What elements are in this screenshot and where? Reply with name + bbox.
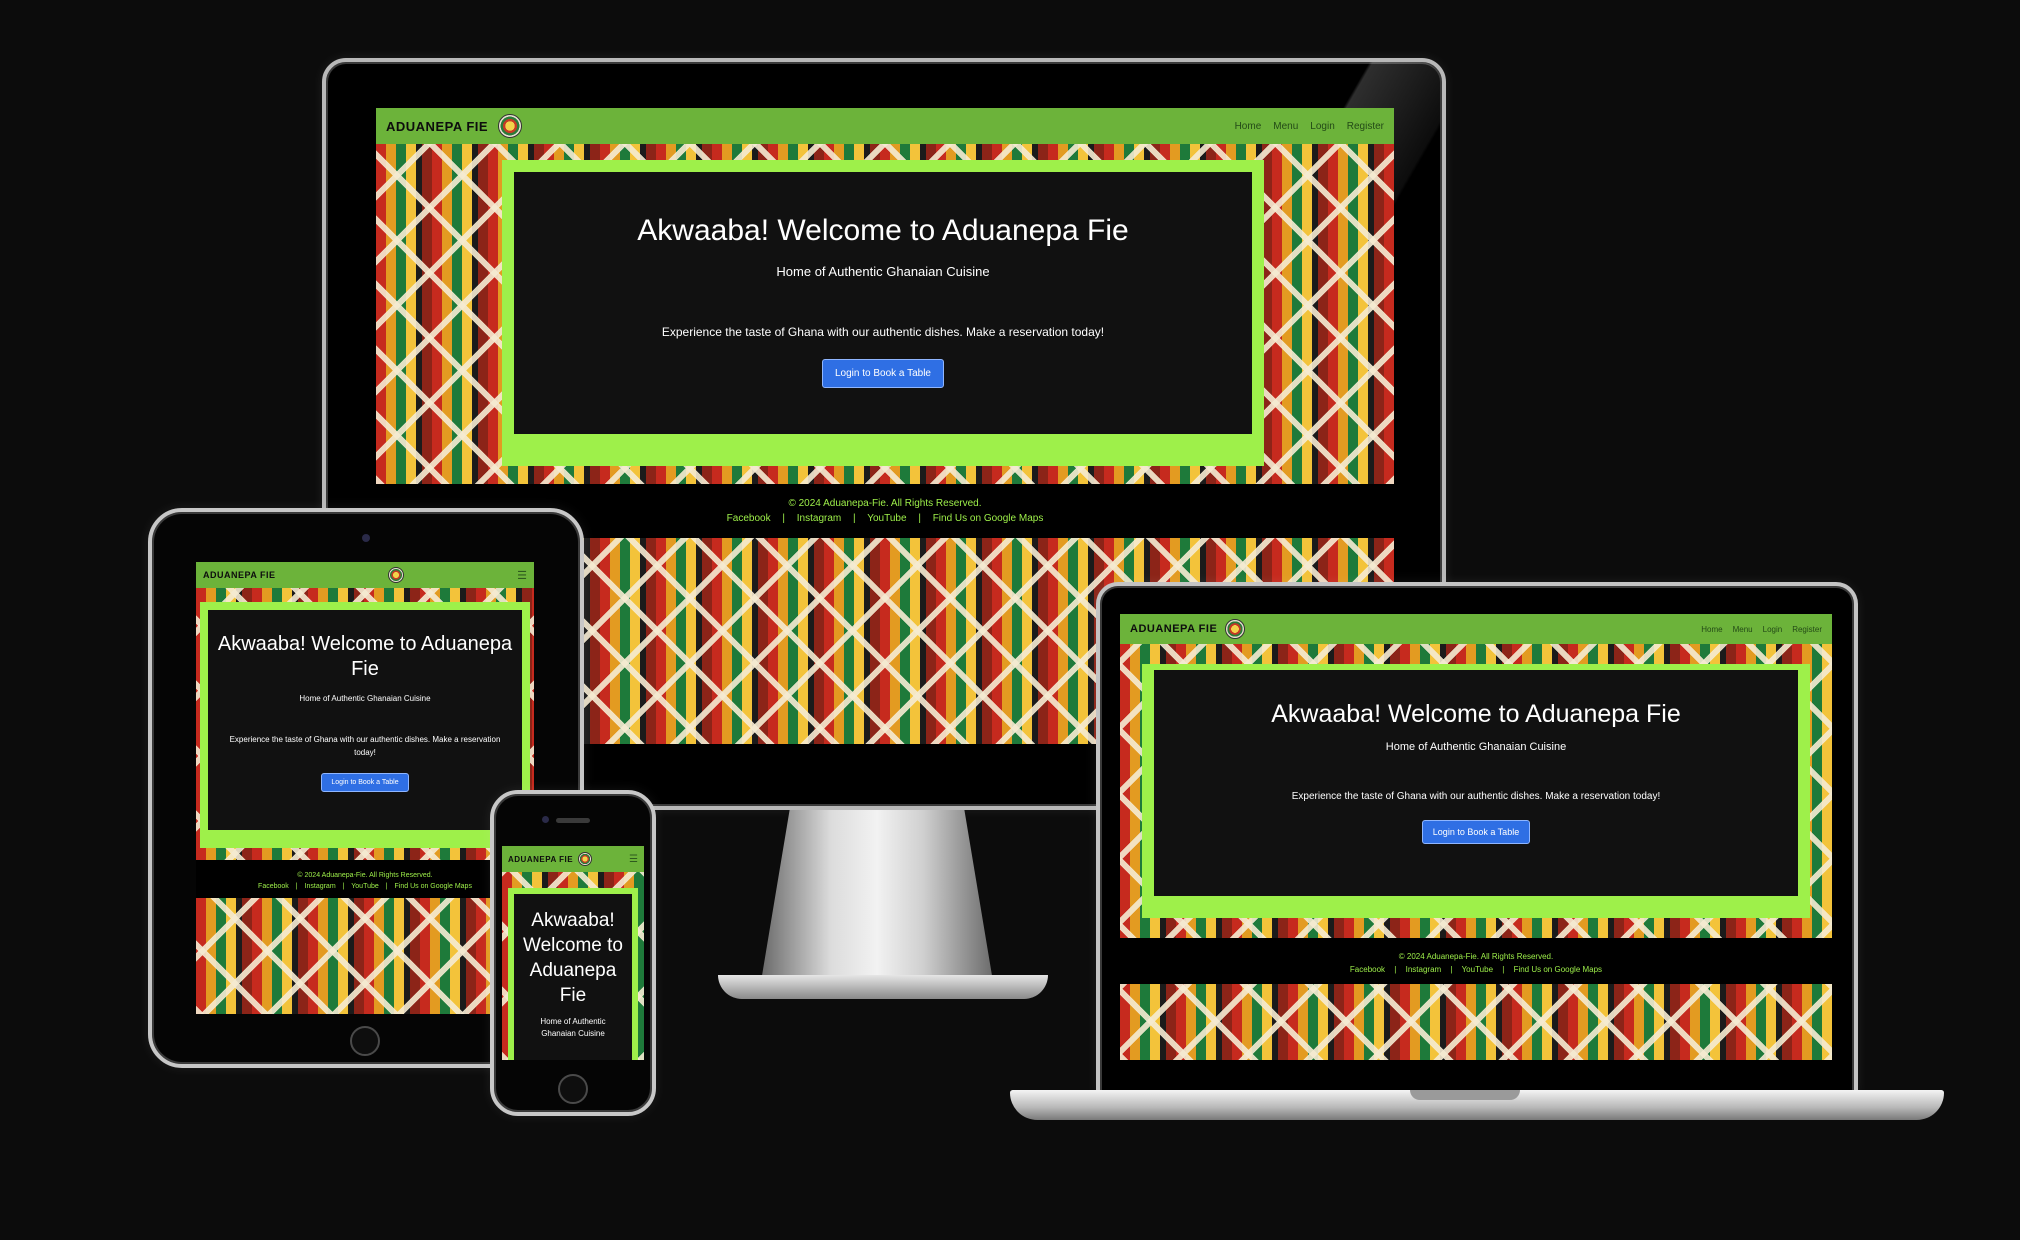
- footer-youtube-link[interactable]: YouTube: [1462, 965, 1493, 974]
- footer-copyright: © 2024 Aduanepa-Fie. All Rights Reserved…: [1398, 952, 1554, 961]
- nav-home-link[interactable]: Home: [1701, 625, 1722, 634]
- footer-facebook-link[interactable]: Facebook: [1350, 965, 1385, 974]
- footer-links: Facebook | Instagram | YouTube | Find Us…: [1120, 963, 1832, 976]
- hero-subtitle-line: Ghanaian Cuisine: [541, 1029, 605, 1038]
- footer-links: Facebook | Instagram | YouTube | Find Us…: [196, 881, 534, 892]
- imac-foot: [718, 975, 1048, 999]
- phone-camera: [542, 816, 549, 823]
- footer-maps-link[interactable]: Find Us on Google Maps: [933, 513, 1044, 524]
- hero-card: Akwaaba! Welcome to Aduanepa Fie Home of…: [1154, 670, 1798, 896]
- brand-name[interactable]: ADUANEPA FIE: [508, 855, 573, 864]
- nav-register-link[interactable]: Register: [1347, 121, 1384, 132]
- site-navbar: ADUANEPA FIE ☰: [196, 562, 534, 588]
- menu-toggle-icon[interactable]: ☰: [517, 569, 527, 582]
- hero-card: Akwaaba! Welcome to Aduanepa Fie Home of…: [514, 894, 632, 1060]
- hero-subtitle: Home of Authentic Ghanaian Cuisine: [514, 1016, 632, 1040]
- hero-subtitle: Home of Authentic Ghanaian Cuisine: [776, 264, 990, 279]
- footer-youtube-link[interactable]: YouTube: [867, 513, 906, 524]
- site-navbar: ADUANEPA FIE ☰: [502, 846, 644, 872]
- hero-title-line: Akwaaba!: [531, 910, 615, 931]
- menu-toggle-icon[interactable]: ☰: [629, 854, 638, 865]
- footer-separator: |: [342, 883, 345, 890]
- brand-name[interactable]: ADUANEPA FIE: [386, 119, 488, 134]
- hero-section: Akwaaba! Welcome to Aduanepa Fie Home of…: [200, 602, 530, 848]
- site-footer: © 2024 Aduanepa-Fie. All Rights Reserved…: [196, 860, 534, 898]
- footer-facebook-link[interactable]: Facebook: [258, 883, 289, 890]
- hero-subtitle-line: Home of Authentic: [540, 1017, 606, 1026]
- footer-separator: |: [295, 883, 298, 890]
- footer-separator: |: [853, 513, 856, 524]
- brand-logo-icon[interactable]: [388, 567, 405, 583]
- book-table-button[interactable]: Login to Book a Table: [321, 773, 409, 792]
- hero-title: Akwaaba! Welcome to Aduanepa Fie: [1271, 700, 1681, 728]
- hero-title: Akwaaba! Welcome to Aduanepa Fie: [637, 214, 1129, 247]
- brand-logo-icon[interactable]: [1225, 619, 1246, 639]
- brand-logo-icon[interactable]: [498, 114, 523, 138]
- footer-separator: |: [1394, 965, 1397, 974]
- book-table-button[interactable]: Login to Book a Table: [1421, 820, 1531, 844]
- footer-separator: |: [918, 513, 921, 524]
- laptop-notch: [1410, 1090, 1520, 1100]
- hero-section: Akwaaba! Welcome to Aduanepa Fie Home of…: [502, 160, 1264, 466]
- brand-name[interactable]: ADUANEPA FIE: [203, 570, 276, 580]
- site-footer: © 2024 Aduanepa-Fie. All Rights Reserved…: [1120, 938, 1832, 984]
- hero-card: Akwaaba! Welcome to Aduanepa Fie Home of…: [514, 172, 1252, 434]
- nav-links: Home Menu Login Register: [1235, 121, 1384, 132]
- site-navbar: ADUANEPA FIE Home Menu Login Register: [376, 108, 1394, 144]
- hero-section: Akwaaba! Welcome to Aduanepa Fie Home of…: [1142, 664, 1810, 918]
- tablet-camera: [362, 534, 370, 542]
- footer-youtube-link[interactable]: YouTube: [351, 883, 379, 890]
- footer-facebook-link[interactable]: Facebook: [727, 513, 771, 524]
- nav-register-link[interactable]: Register: [1792, 625, 1822, 634]
- phone-speaker: [556, 818, 590, 823]
- site-navbar: ADUANEPA FIE Home Menu Login Register: [1120, 614, 1832, 644]
- book-table-button[interactable]: Login to Book a Table: [821, 359, 944, 388]
- nav-menu-link[interactable]: Menu: [1273, 121, 1298, 132]
- footer-maps-link[interactable]: Find Us on Google Maps: [1514, 965, 1603, 974]
- hero-title-line: Welcome to: [523, 935, 623, 956]
- hero-subtitle: Home of Authentic Ghanaian Cuisine: [299, 694, 431, 703]
- hero-title: Akwaaba! Welcome to Aduanepa Fie: [514, 908, 632, 1008]
- imac-stand: [762, 810, 992, 990]
- hero-subtitle: Home of Authentic Ghanaian Cuisine: [1385, 741, 1567, 753]
- footer-separator: |: [1450, 965, 1453, 974]
- nav-links: Home Menu Login Register: [1701, 625, 1822, 634]
- hero-description: Experience the taste of Ghana with our a…: [661, 325, 1105, 339]
- footer-separator: |: [1502, 965, 1505, 974]
- footer-instagram-link[interactable]: Instagram: [797, 513, 841, 524]
- brand-name[interactable]: ADUANEPA FIE: [1130, 623, 1217, 635]
- phone-screen: ADUANEPA FIE ☰ Akwaaba! Welcome to Aduan…: [502, 846, 644, 1060]
- footer-maps-link[interactable]: Find Us on Google Maps: [395, 883, 472, 890]
- tablet-screen: ADUANEPA FIE ☰ Akwaaba! Welcome to Aduan…: [196, 562, 534, 1014]
- footer-separator: |: [385, 883, 388, 890]
- footer-instagram-link[interactable]: Instagram: [1406, 965, 1442, 974]
- hero-description: Experience the taste of Ghana with our a…: [229, 735, 501, 757]
- laptop-screen: ADUANEPA FIE Home Menu Login Register Ak…: [1120, 614, 1832, 1060]
- nav-login-link[interactable]: Login: [1763, 625, 1783, 634]
- hero-description: Experience the taste of Ghana with our a…: [1291, 791, 1661, 802]
- nav-home-link[interactable]: Home: [1235, 121, 1262, 132]
- nav-menu-link[interactable]: Menu: [1733, 625, 1753, 634]
- footer-copyright: © 2024 Aduanepa-Fie. All Rights Reserved…: [297, 872, 433, 879]
- tablet-home-button: [350, 1026, 380, 1056]
- hero-title-line: Aduanepa: [529, 960, 617, 981]
- hero-title: Akwaaba! Welcome to Aduanepa Fie: [217, 633, 513, 680]
- hero-card: Akwaaba! Welcome to Aduanepa Fie Home of…: [208, 610, 522, 830]
- hero-section: Akwaaba! Welcome to Aduanepa Fie Home of…: [508, 888, 638, 1060]
- footer-instagram-link[interactable]: Instagram: [305, 883, 336, 890]
- footer-separator: |: [782, 513, 785, 524]
- hero-title-line: Fie: [559, 985, 587, 1006]
- brand-logo-icon[interactable]: [578, 852, 593, 866]
- phone-home-button: [558, 1074, 588, 1104]
- nav-login-link[interactable]: Login: [1310, 121, 1334, 132]
